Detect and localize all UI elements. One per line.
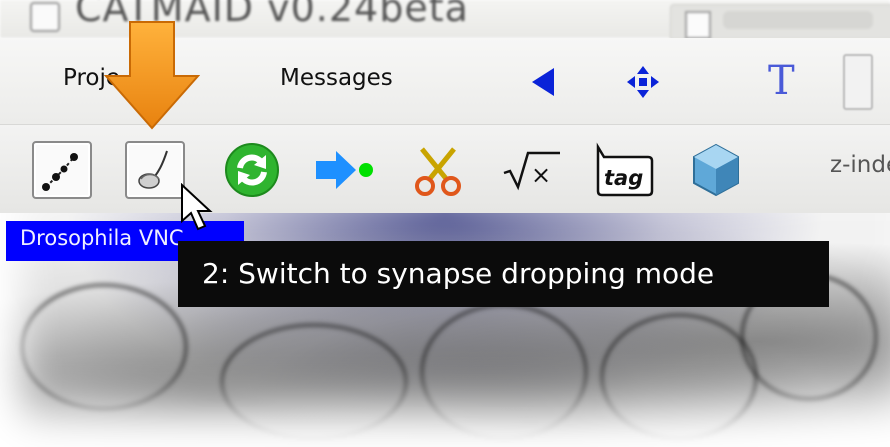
slider-icon[interactable] — [843, 54, 873, 110]
text-tool-icon[interactable]: T — [768, 58, 795, 104]
window-icon — [30, 2, 60, 32]
hexagon-cube-icon — [693, 143, 739, 197]
synapse-dropping-button[interactable] — [125, 141, 185, 199]
cut-button[interactable] — [408, 141, 468, 199]
tool-tooltip: 2: Switch to synapse dropping mode — [178, 241, 829, 307]
skeleton-trace-icon — [42, 153, 78, 191]
scissors-icon — [415, 147, 461, 196]
tag-bubble-icon: tag — [596, 142, 654, 197]
refresh-button[interactable] — [222, 141, 282, 199]
synapse-drop-icon — [138, 150, 168, 189]
3d-view-button[interactable] — [686, 141, 746, 199]
mouse-cursor-icon — [181, 183, 213, 231]
tag-button[interactable]: tag — [590, 141, 656, 199]
skeleton-tracing-button[interactable] — [32, 141, 92, 199]
tag-label: tag — [604, 166, 643, 190]
tab-title-blur — [723, 11, 873, 29]
catmaid-window: CATMAID v0.24beta Projects Messages T — [0, 0, 890, 447]
green-refresh-icon — [225, 143, 279, 197]
square-root-icon: × — [503, 151, 560, 191]
svg-text:×: × — [531, 161, 551, 189]
document-icon — [685, 11, 711, 39]
move-crosshair-icon[interactable] — [625, 64, 661, 100]
z-index-label: z-index — [830, 152, 890, 178]
menu-messages[interactable]: Messages — [280, 65, 393, 91]
join-button[interactable] — [312, 141, 378, 199]
arrow-to-dot-icon — [316, 151, 373, 189]
annotation-down-arrow-icon — [104, 21, 200, 130]
browser-tab[interactable] — [670, 4, 890, 40]
back-arrow-icon[interactable] — [532, 68, 554, 96]
math-button[interactable]: × — [498, 141, 564, 199]
